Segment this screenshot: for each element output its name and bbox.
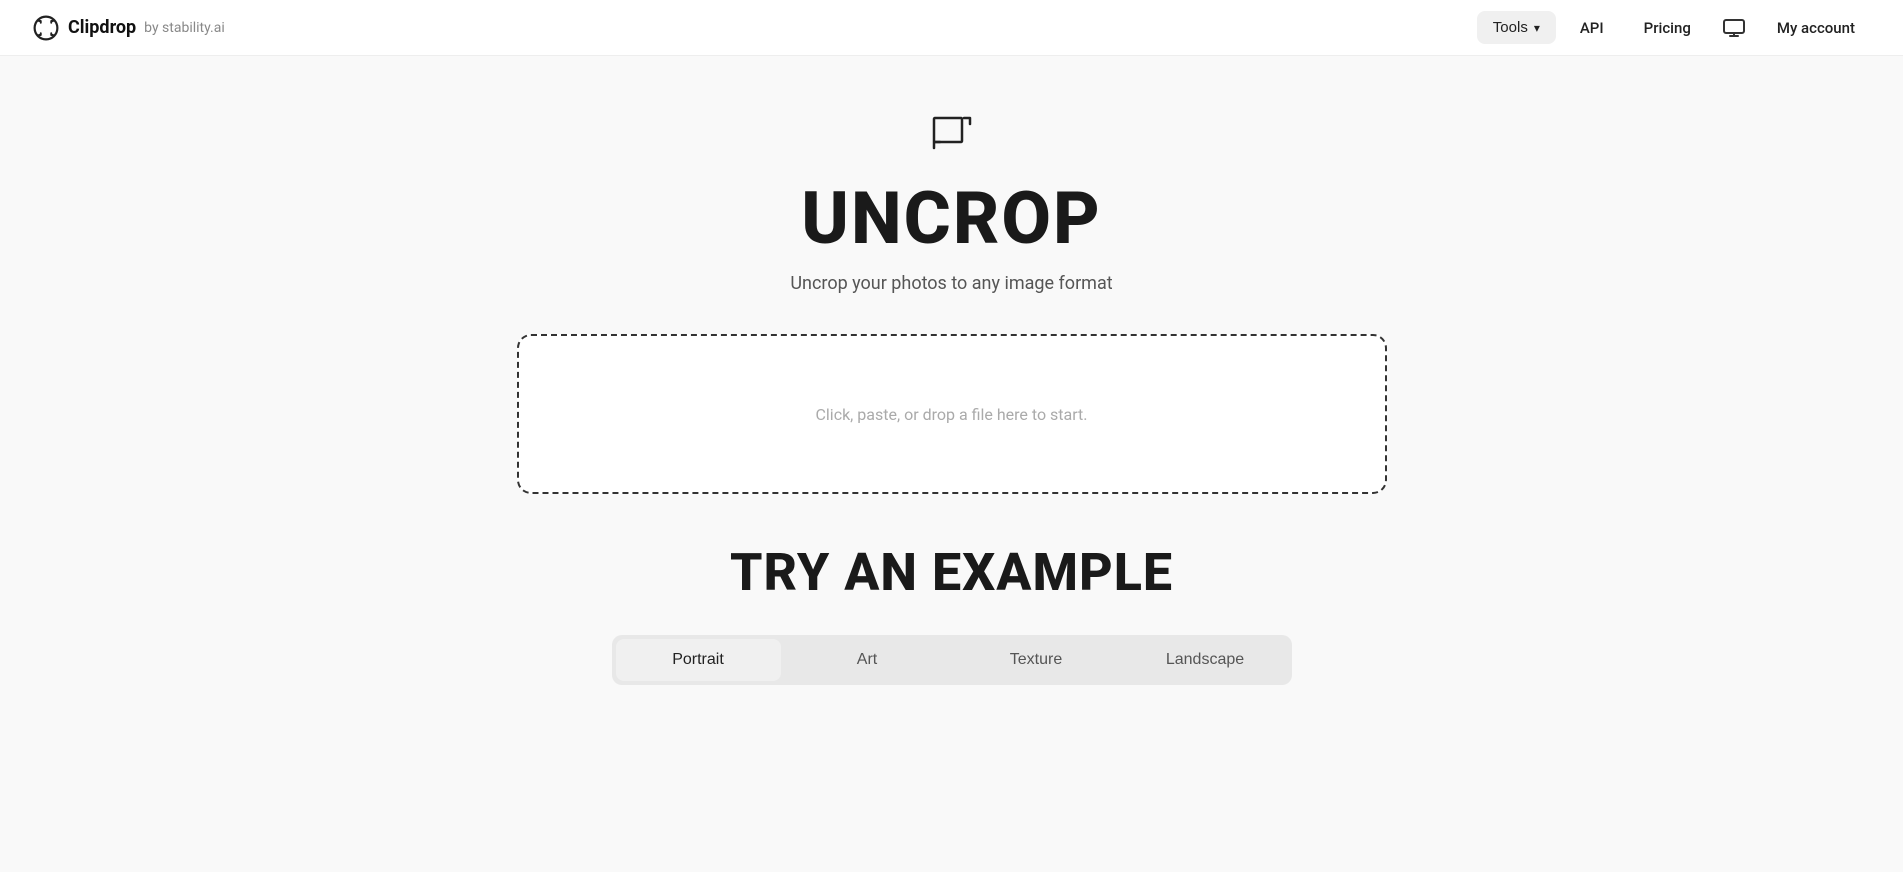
- page-subtitle: Uncrop your photos to any image format: [790, 273, 1112, 294]
- tab-art[interactable]: Art: [785, 639, 950, 681]
- logo-link[interactable]: Clipdrop by stability.ai: [32, 14, 225, 42]
- file-drop-zone[interactable]: Click, paste, or drop a file here to sta…: [517, 334, 1387, 494]
- tools-label: Tools: [1493, 19, 1528, 36]
- example-section: TRY AN EXAMPLE Portrait Art Texture Land…: [16, 542, 1887, 685]
- tab-landscape[interactable]: Landscape: [1123, 639, 1288, 681]
- logo-brand-name: Clipdrop: [68, 17, 136, 38]
- api-link[interactable]: API: [1564, 11, 1620, 45]
- uncrop-icon: [926, 104, 978, 160]
- chevron-down-icon: ▾: [1534, 21, 1540, 35]
- drop-zone-placeholder: Click, paste, or drop a file here to sta…: [816, 405, 1088, 424]
- page-title: UNCROP: [801, 176, 1101, 261]
- main-nav: Tools ▾ API Pricing My account: [1477, 11, 1871, 45]
- example-section-title: TRY AN EXAMPLE: [730, 542, 1173, 603]
- tab-texture[interactable]: Texture: [954, 639, 1119, 681]
- account-link[interactable]: My account: [1761, 11, 1871, 45]
- monitor-icon: [1723, 19, 1745, 37]
- example-tabs: Portrait Art Texture Landscape: [612, 635, 1292, 685]
- display-icon-button[interactable]: [1715, 11, 1753, 45]
- site-header: Clipdrop by stability.ai Tools ▾ API Pri…: [0, 0, 1903, 56]
- main-content: UNCROP Uncrop your photos to any image f…: [0, 56, 1903, 685]
- tab-portrait[interactable]: Portrait: [616, 639, 781, 681]
- pricing-link[interactable]: Pricing: [1628, 11, 1707, 45]
- tools-menu-button[interactable]: Tools ▾: [1477, 11, 1556, 44]
- logo-suffix: by stability.ai: [144, 20, 225, 36]
- logo-icon: [32, 14, 60, 42]
